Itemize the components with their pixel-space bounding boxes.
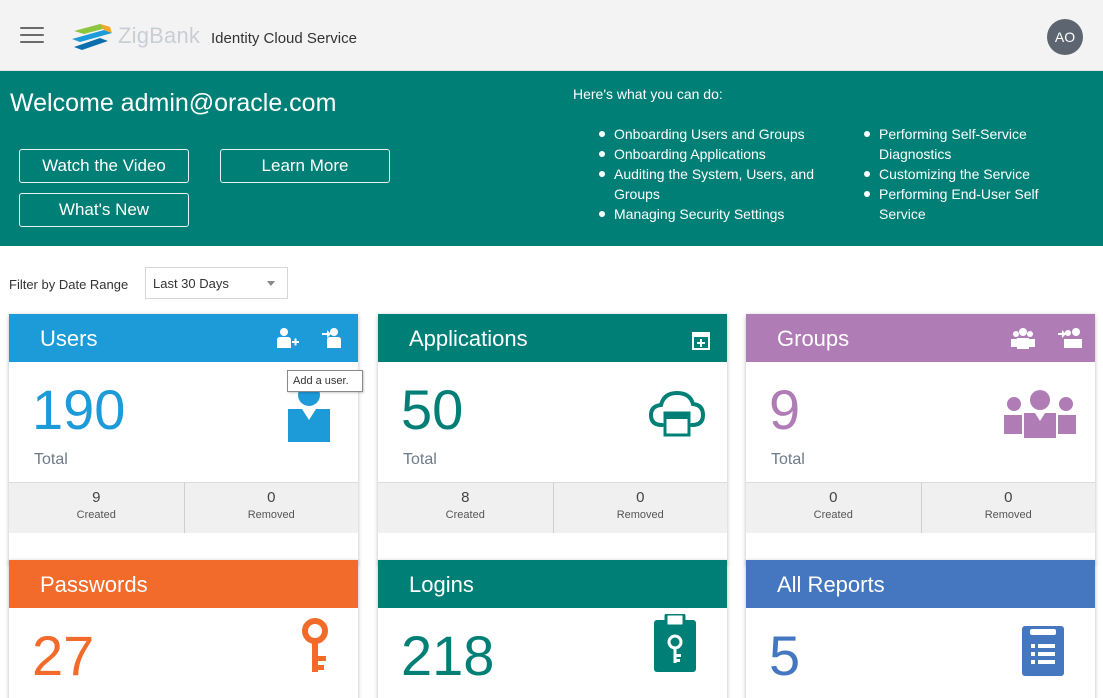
applications-tile-header[interactable]: Applications <box>378 314 727 362</box>
users-tile[interactable]: Users 190 Total 9 Created 0 Removed <box>9 314 358 564</box>
logins-count: 218 <box>401 624 495 687</box>
users-removed-count: 0 <box>267 489 276 506</box>
task-link[interactable]: Performing End-User Self Service <box>859 184 1089 224</box>
applications-removed-label: Removed <box>616 509 664 521</box>
applications-removed-stat[interactable]: 0 Removed <box>552 483 728 533</box>
user-avatar[interactable]: AO <box>1047 19 1083 55</box>
group-icon <box>1004 390 1076 438</box>
add-user-tooltip: Add a user. <box>287 370 363 392</box>
hamburger-menu-icon[interactable] <box>20 27 44 43</box>
task-link[interactable]: Customizing the Service <box>859 164 1089 184</box>
service-name: Identity Cloud Service <box>211 30 357 47</box>
cloud-app-icon <box>648 390 706 437</box>
what-you-can-do-heading: Here's what you can do: <box>573 86 723 102</box>
applications-total-label: Total <box>403 451 437 468</box>
chevron-down-icon <box>267 281 275 286</box>
groups-removed-stat[interactable]: 0 Removed <box>920 483 1096 533</box>
watch-video-button[interactable]: Watch the Video <box>19 149 189 183</box>
date-range-filter-label: Filter by Date Range <box>9 277 129 292</box>
user-icon <box>288 384 330 442</box>
task-link[interactable]: Managing Security Settings <box>594 204 854 224</box>
groups-removed-label: Removed <box>984 509 1032 521</box>
groups-created-stat[interactable]: 0 Created <box>746 483 921 533</box>
passwords-tile-title: Passwords <box>40 572 148 597</box>
users-created-count: 9 <box>92 489 101 506</box>
welcome-heading: Welcome admin@oracle.com <box>10 89 337 117</box>
users-total-label: Total <box>34 451 68 468</box>
zigbank-logo-icon <box>72 24 112 50</box>
passwords-tile[interactable]: Passwords 27 <box>9 560 358 698</box>
date-range-value: Last 30 Days <box>153 276 229 291</box>
applications-stats: 8 Created 0 Removed <box>378 482 727 533</box>
applications-created-stat[interactable]: 8 Created <box>378 483 553 533</box>
add-group-icon[interactable] <box>1011 327 1035 349</box>
applications-created-count: 8 <box>461 489 470 506</box>
reports-tile-title: All Reports <box>777 572 885 597</box>
logins-tile-header[interactable]: Logins <box>378 560 727 608</box>
task-link[interactable]: Onboarding Users and Groups <box>594 124 854 144</box>
learn-more-button[interactable]: Learn More <box>220 149 390 183</box>
groups-tile[interactable]: Groups 9 Total 0 Created 0 Removed <box>746 314 1095 564</box>
import-groups-icon[interactable] <box>1058 327 1082 349</box>
logins-tile-title: Logins <box>409 572 474 597</box>
reports-tile-header[interactable]: All Reports <box>746 560 1095 608</box>
logins-tile[interactable]: Logins 218 <box>378 560 727 698</box>
task-link[interactable]: Onboarding Applications <box>594 144 854 164</box>
passwords-tile-header[interactable]: Passwords <box>9 560 358 608</box>
groups-count: 9 <box>769 378 801 441</box>
users-count: 190 <box>32 378 126 441</box>
task-link[interactable]: Performing Self-Service Diagnostics <box>859 124 1089 164</box>
add-user-icon[interactable] <box>275 327 299 349</box>
add-application-icon[interactable] <box>692 332 710 350</box>
task-list-left: Onboarding Users and Groups Onboarding A… <box>594 124 854 224</box>
reports-count: 5 <box>769 624 801 687</box>
welcome-banner: Welcome admin@oracle.com Watch the Video… <box>0 71 1103 246</box>
applications-tile[interactable]: Applications 50 Total 8 Created 0 Remove… <box>378 314 727 564</box>
users-removed-stat[interactable]: 0 Removed <box>183 483 359 533</box>
task-list-right: Performing Self-Service Diagnostics Cust… <box>859 124 1089 224</box>
users-tile-header[interactable]: Users <box>9 314 358 362</box>
groups-tile-header[interactable]: Groups <box>746 314 1095 362</box>
brand-name: ZigBank <box>118 23 201 48</box>
whats-new-button[interactable]: What's New <box>19 193 189 227</box>
date-range-select[interactable]: Last 30 Days <box>145 267 288 299</box>
groups-removed-count: 0 <box>1004 489 1013 506</box>
groups-tile-title: Groups <box>777 326 850 351</box>
applications-created-label: Created <box>445 509 485 521</box>
users-created-stat[interactable]: 9 Created <box>9 483 184 533</box>
top-bar: ZigBank Identity Cloud Service AO <box>0 0 1103 71</box>
applications-tile-title: Applications <box>409 326 528 351</box>
users-stats: 9 Created 0 Removed <box>9 482 358 533</box>
reports-tile[interactable]: All Reports 5 <box>746 560 1095 698</box>
users-removed-label: Removed <box>247 509 295 521</box>
passwords-count: 27 <box>32 624 95 687</box>
import-users-icon[interactable] <box>321 327 345 349</box>
applications-count: 50 <box>401 378 464 441</box>
users-created-label: Created <box>76 509 116 521</box>
task-link[interactable]: Auditing the System, Users, and Groups <box>594 164 854 204</box>
key-icon <box>302 618 328 672</box>
groups-total-label: Total <box>771 451 805 468</box>
groups-created-label: Created <box>813 509 853 521</box>
report-icon <box>1022 626 1064 676</box>
applications-removed-count: 0 <box>636 489 645 506</box>
groups-created-count: 0 <box>829 489 838 506</box>
login-badge-icon <box>654 614 696 672</box>
groups-stats: 0 Created 0 Removed <box>746 482 1095 533</box>
users-tile-title: Users <box>40 326 98 351</box>
